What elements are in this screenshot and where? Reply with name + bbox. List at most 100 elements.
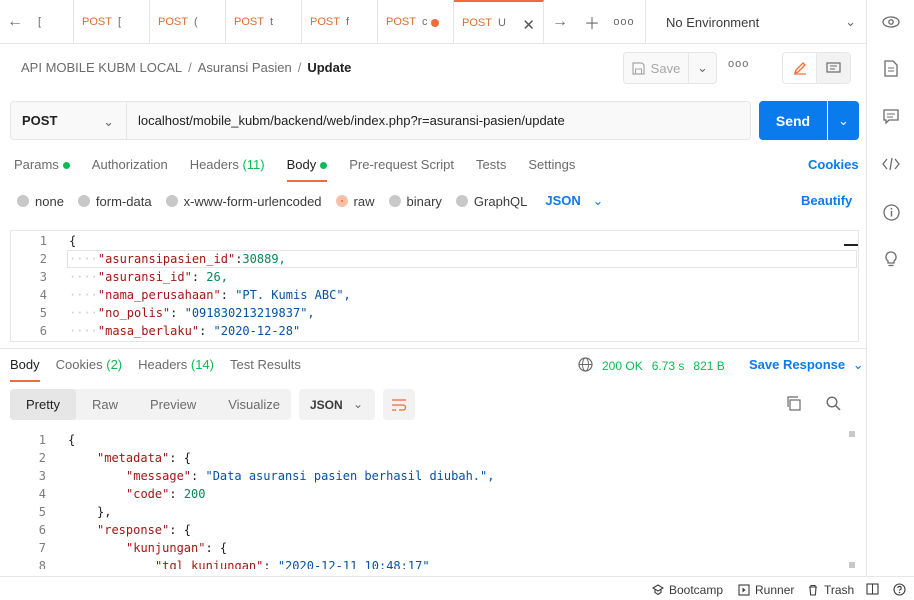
request-tab[interactable]: POST c [378,0,454,43]
comment-view-icon[interactable] [817,53,850,83]
pane-divider[interactable] [0,348,866,349]
response-format-select[interactable]: JSON ⌄ [299,389,375,420]
code-text: "tgl_kunjungan": "2020-12-11 10:48:17" [56,559,430,569]
radio-raw[interactable]: raw [335,194,375,209]
request-tab[interactable]: POST ( [150,0,226,43]
radio-form-data[interactable]: form-data [77,194,152,209]
view-visualize[interactable]: Visualize [212,389,296,420]
radio-circle-icon [77,195,90,207]
close-icon[interactable]: ✕ [522,16,535,34]
comments-icon[interactable] [881,106,901,126]
code-line: 6 "response": { [10,521,859,539]
forward-arrow-icon[interactable]: → [544,0,576,43]
cookies-link[interactable]: Cookies [808,157,859,172]
view-pretty[interactable]: Pretty [10,389,76,420]
save-button[interactable]: Save [623,52,689,84]
view-preview[interactable]: Preview [134,389,212,420]
tab-params[interactable]: Params [14,157,70,182]
tab-label: Body [286,157,317,172]
beautify-link[interactable]: Beautify [801,193,852,208]
tab-label: Headers [138,357,188,372]
radio-binary[interactable]: binary [388,194,442,209]
response-time[interactable]: 6.73 s [652,359,685,373]
status-code[interactable]: 200 OK [602,359,643,373]
radio-graphql[interactable]: GraphQL [455,194,527,209]
send-dropdown-chevron-icon[interactable]: ⌄ [828,101,859,140]
radio-circle-icon [17,195,29,207]
new-tab-plus-icon[interactable]: ＋ [576,0,608,43]
code-icon[interactable] [881,154,901,174]
breadcrumb-separator: / [188,60,192,75]
response-body-viewer[interactable]: 1{2 "metadata": {3 "message": "Data asuran… [10,431,859,569]
json-key: "response" [97,523,170,537]
language-select[interactable]: JSON ⌄ [545,193,603,209]
wrap-lines-icon[interactable] [383,389,415,420]
radio-none[interactable]: none [17,194,64,209]
info-icon[interactable] [881,202,901,222]
json-punct: : { [205,541,228,555]
tab-body[interactable]: Body [286,157,328,182]
runner-button[interactable]: Runner [738,583,794,597]
line-number: 6 [38,523,46,537]
trash-button[interactable]: Trash [807,583,854,597]
request-tab-active[interactable]: POST U ✕ [454,0,544,43]
globe-icon[interactable] [578,357,593,375]
more-actions-icon[interactable]: ooo [728,58,749,70]
code-text: { [56,433,75,447]
breadcrumb-collection[interactable]: API MOBILE KUBM LOCAL [21,60,182,75]
code-line: 4 ····"nama_perusahaan": "PT. Kumis ABC", [11,286,858,304]
tab-tests[interactable]: Tests [476,157,506,182]
tab-settings[interactable]: Settings [528,157,575,182]
request-tab[interactable]: POST t [226,0,302,43]
code-text: "kunjungan": { [56,541,227,555]
request-tab[interactable]: POST f [302,0,378,43]
search-icon[interactable] [826,396,841,414]
tab-label: Pre-request Script [349,157,455,172]
json-value: "2020-12-28" [213,324,301,338]
save-dropdown-chevron-icon[interactable]: ⌄ [689,52,717,84]
resp-tab-test-results[interactable]: Test Results [230,357,301,382]
environment-selector[interactable]: No Environment ⌄ [645,0,866,44]
breadcrumb-folder[interactable]: Asuransi Pasien [198,60,292,75]
documentation-icon[interactable] [881,58,901,78]
tab-label: ( [193,15,198,28]
tab-method: POST [234,15,264,28]
code-text: "metadata": { [56,451,191,465]
resp-tab-body[interactable]: Body [10,357,40,382]
tab-authorization[interactable]: Authorization [92,157,168,182]
bootcamp-button[interactable]: Bootcamp [652,583,723,597]
send-button[interactable]: Send [759,101,827,140]
indent-guide: ···· [69,306,98,320]
radio-urlencoded[interactable]: x-www-form-urlencoded [165,194,322,209]
url-text: localhost/mobile_kubm/backend/web/index.… [138,113,565,128]
request-tab[interactable]: POST [ [74,0,150,43]
editor-scroll-marker[interactable] [844,244,858,246]
back-arrow-icon[interactable]: ← [0,0,30,43]
chevron-down-icon: ⌄ [852,357,864,372]
response-scrollbar[interactable] [849,562,855,568]
request-tab[interactable]: [ [30,0,74,43]
radio-circle-icon [455,195,468,207]
code-line: 2 ····"asuransipasien_id":30889, [11,250,858,268]
lightbulb-icon[interactable] [881,249,901,269]
response-scrollbar[interactable] [849,431,855,437]
tab-headers[interactable]: Headers (11) [190,157,265,182]
resp-tab-headers[interactable]: Headers (14) [138,357,214,382]
pencil-icon[interactable] [783,53,817,83]
save-response-button[interactable]: Save Response ⌄ [749,357,864,373]
breadcrumb-separator: / [297,60,302,75]
tab-prerequest-script[interactable]: Pre-request Script [349,157,454,182]
more-tabs-icon[interactable]: ooo [608,0,640,43]
resp-tab-cookies[interactable]: Cookies (2) [56,357,122,382]
two-pane-icon[interactable] [866,583,879,595]
response-size[interactable]: 821 B [693,359,724,373]
language-label: JSON [545,193,581,208]
url-input[interactable]: localhost/mobile_kubm/backend/web/index.… [126,101,751,140]
breadcrumb-request[interactable]: Update [307,60,351,75]
method-select[interactable]: POST ⌄ [10,101,126,140]
help-icon[interactable] [893,583,906,596]
eye-icon[interactable] [881,12,901,32]
copy-icon[interactable] [786,396,801,414]
request-body-editor[interactable]: 1{2 ····"asuransipasien_id":30889, 3 ····"a… [10,230,859,342]
view-raw[interactable]: Raw [76,389,134,420]
